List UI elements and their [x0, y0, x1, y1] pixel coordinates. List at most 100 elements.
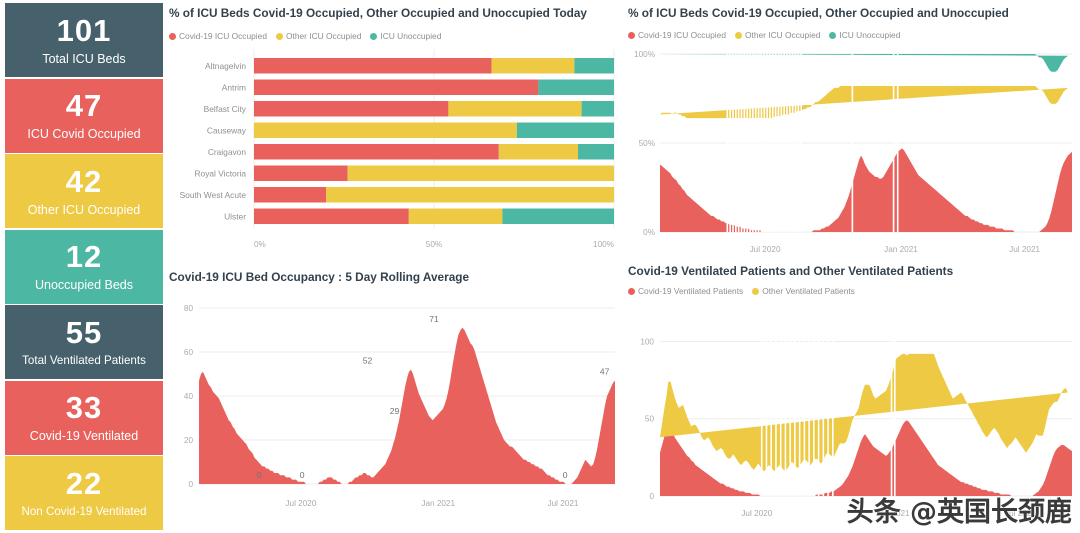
bar-segment[interactable] [408, 208, 503, 225]
bar-category-label: Craigavon [208, 147, 247, 157]
kpi-label: Covid-19 Ventilated [29, 429, 139, 444]
missing-data-gap [769, 54, 771, 232]
missing-data-gap [832, 326, 834, 496]
legend-swatch-icon [734, 31, 742, 39]
x-axis-tick-label: Jan 2021 [884, 245, 918, 254]
missing-data-gap [763, 54, 766, 232]
kpi-card-unoccupied-beds[interactable]: 12 Unoccupied Beds [5, 229, 163, 304]
bar-segment[interactable] [347, 165, 614, 182]
missing-data-gap [784, 326, 787, 496]
bar-segment[interactable] [254, 144, 499, 160]
bar-segment[interactable] [254, 165, 348, 182]
area-series [199, 327, 615, 484]
area-series [660, 54, 1068, 72]
bar-segment[interactable] [578, 144, 614, 160]
missing-data-gap [803, 326, 806, 496]
x-axis-tick-label: Jul 2020 [750, 245, 781, 254]
legend-label: Covid-19 Ventilated Patients [638, 286, 744, 296]
bar-category-label: Belfast City [204, 104, 247, 114]
bar-category-label: Royal Victoria [194, 168, 246, 178]
legend-icu-pct-over-time: Covid-19 ICU Occupied Other ICU Occupied I… [628, 30, 900, 40]
data-point-label: 0 [563, 470, 568, 480]
kpi-value: 55 [65, 315, 103, 351]
missing-data-gap [822, 326, 825, 496]
legend-item[interactable]: Covid-19 ICU Occupied [628, 30, 726, 40]
legend-swatch-icon [752, 287, 760, 295]
legend-swatch-icon [628, 287, 635, 295]
missing-data-gap [740, 54, 743, 232]
y-axis-tick-label: 100% [634, 50, 655, 59]
kpi-value: 42 [65, 163, 103, 199]
bar-segment[interactable] [498, 144, 578, 160]
missing-data-gap [794, 326, 796, 496]
kpi-value: 22 [65, 466, 103, 502]
legend-label: Covid-19 ICU Occupied [638, 30, 726, 40]
legend-ventilated-patients: Covid-19 Ventilated Patients Other Ventil… [628, 286, 855, 296]
area-series [660, 148, 1072, 232]
kpi-card-total-icu-beds[interactable]: 101 Total ICU Beds [5, 3, 163, 78]
kpi-card-covid-19-ventilated[interactable]: 33 Covid-19 Ventilated [5, 380, 163, 455]
dashboard-root: 101 Total ICU Beds 47 ICU Covid Occupied 42 O… [0, 0, 1080, 531]
missing-data-gap [794, 54, 797, 232]
legend-item[interactable]: Other Ventilated Patients [752, 286, 855, 296]
kpi-value: 33 [65, 390, 103, 426]
bar-segment[interactable] [254, 101, 449, 117]
legend-label: Other ICU Occupied [744, 30, 821, 40]
missing-data-gap [729, 54, 731, 232]
data-point-label: 29 [390, 406, 400, 416]
bar-segment[interactable] [581, 101, 614, 117]
legend-item[interactable]: Other ICU Occupied [734, 30, 821, 40]
bar-segment[interactable] [254, 187, 326, 203]
bar-segment[interactable] [516, 122, 614, 139]
missing-data-gap [774, 54, 777, 232]
kpi-label: Other ICU Occupied [27, 202, 141, 217]
x-axis-tick-label: Jul 2020 [741, 509, 772, 518]
missing-data-gap [808, 326, 810, 496]
bar-segment[interactable] [254, 208, 409, 225]
kpi-card-total-ventilated-patients[interactable]: 55 Total Ventilated Patients [5, 305, 163, 380]
bar-segment[interactable] [574, 58, 614, 74]
missing-data-gap [757, 54, 760, 232]
bar-segment[interactable] [326, 187, 614, 203]
y-axis-tick-label: 0 [188, 480, 193, 489]
legend-item[interactable]: ICU Unoccupied [829, 30, 900, 40]
missing-data-gap [791, 54, 794, 232]
bar-category-label: Causeway [207, 125, 247, 135]
missing-data-gap [766, 54, 768, 232]
y-axis-tick-label: 40 [184, 392, 194, 401]
bar-segment[interactable] [254, 122, 517, 139]
kpi-label: Total ICU Beds [42, 51, 126, 66]
panel-icu-pct-over-time: % of ICU Beds Covid-19 Occupied, Other O… [620, 0, 1080, 264]
missing-data-gap [726, 54, 729, 232]
bar-segment[interactable] [254, 58, 492, 74]
kpi-card-non-covid-19-ventilated[interactable]: 22 Non Covid-19 Ventilated [5, 456, 163, 531]
missing-data-gap [800, 54, 803, 232]
missing-data-gap [817, 326, 820, 496]
legend-swatch-icon [628, 31, 635, 39]
y-axis-tick-label: 0 [649, 492, 654, 501]
missing-data-gap [813, 326, 815, 496]
missing-data-gap [779, 326, 782, 496]
panel-title-rolling-average: Covid-19 ICU Bed Occupancy : 5 Day Rolli… [169, 270, 470, 284]
legend-label: Other Ventilated Patients [762, 286, 855, 296]
chart-rolling-average: 0 20 40 60 80 52 71 29 47 0 0 0 Jul 2020 Jan 2021 Jul … [184, 304, 615, 508]
chart-icu-beds-today: Altnagelvin Antrim Belfast City Causeway Cra… [180, 49, 615, 249]
bar-category-label: Ulster [224, 211, 246, 221]
kpi-card-other-icu-occupied[interactable]: 42 Other ICU Occupied [5, 154, 163, 229]
panel-rolling-average: Covid-19 ICU Bed Occupancy : 5 Day Rolli… [163, 264, 620, 531]
bar-segment[interactable] [538, 79, 614, 96]
panel-title-ventilated-patients: Covid-19 Ventilated Patients and Other V… [628, 264, 954, 278]
bar-segment[interactable] [254, 79, 539, 96]
bar-category-label: Altnagelvin [205, 61, 246, 71]
kpi-card-icu-covid-occupied[interactable]: 47 ICU Covid Occupied [5, 78, 163, 153]
missing-data-gap [760, 54, 763, 232]
legend-item[interactable]: Covid-19 Ventilated Patients [628, 286, 743, 296]
x-axis-tick-label: Jul 2021 [1009, 245, 1040, 254]
bar-segment[interactable] [448, 101, 582, 117]
bar-segment[interactable] [491, 58, 575, 74]
missing-data-gap [777, 54, 780, 232]
y-axis-tick-label: 100 [640, 337, 654, 346]
missing-data-gap [797, 54, 800, 232]
bar-segment[interactable] [502, 208, 614, 225]
missing-data-gap [783, 54, 785, 232]
